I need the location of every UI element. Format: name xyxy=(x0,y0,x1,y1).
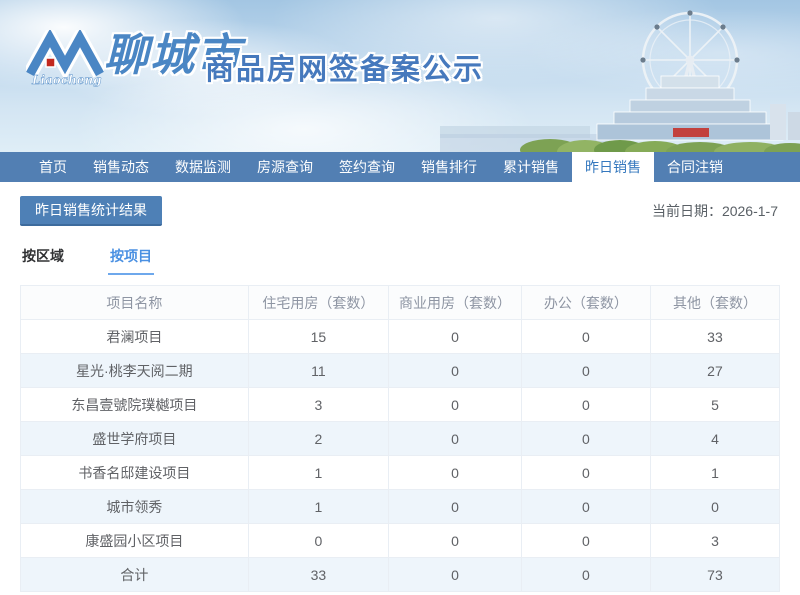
count-cell: 0 xyxy=(521,354,650,388)
nav-item-6[interactable]: 累计销售 xyxy=(490,152,572,182)
count-cell: 3 xyxy=(650,524,779,558)
main-content: 昨日销售统计结果 当前日期：2026-1-7 按区域 按项目 项目名称住宅用房（套… xyxy=(0,182,800,592)
count-cell: 0 xyxy=(650,490,779,524)
project-name-cell: 合计 xyxy=(21,558,249,592)
count-cell: 1 xyxy=(650,456,779,490)
table-row: 合计330073 xyxy=(21,558,780,592)
count-cell: 11 xyxy=(248,354,388,388)
count-cell: 0 xyxy=(389,422,522,456)
count-cell: 0 xyxy=(389,558,522,592)
toolbar: 昨日销售统计结果 当前日期：2026-1-7 xyxy=(20,196,780,226)
sales-table-head: 项目名称住宅用房（套数）商业用房（套数）办公（套数）其他（套数） xyxy=(21,286,780,320)
sales-table-body: 君澜项目150033星光·桃李天阅二期110027东昌壹號院璞樾项目3005盛世… xyxy=(21,320,780,592)
table-row: 盛世学府项目2004 xyxy=(21,422,780,456)
count-cell: 0 xyxy=(389,388,522,422)
count-cell: 15 xyxy=(248,320,388,354)
nav-item-7[interactable]: 昨日销售 xyxy=(572,152,654,182)
project-name-cell: 盛世学府项目 xyxy=(21,422,249,456)
count-cell: 4 xyxy=(650,422,779,456)
count-cell: 0 xyxy=(521,422,650,456)
page-header: Liaocheng 聊城市 商品房网签备案公示 xyxy=(0,0,800,152)
count-cell: 0 xyxy=(521,388,650,422)
nav-item-8[interactable]: 合同注销 xyxy=(654,152,736,182)
count-cell: 0 xyxy=(389,320,522,354)
count-cell: 1 xyxy=(248,456,388,490)
count-cell: 0 xyxy=(389,490,522,524)
view-tabs: 按区域 按项目 xyxy=(20,246,780,275)
current-date-value: 2026-1-7 xyxy=(722,203,778,219)
table-row: 康盛园小区项目0003 xyxy=(21,524,780,558)
count-cell: 0 xyxy=(521,320,650,354)
current-date: 当前日期：2026-1-7 xyxy=(652,201,780,221)
current-date-label: 当前日期： xyxy=(652,203,722,219)
project-name-cell: 东昌壹號院璞樾项目 xyxy=(21,388,249,422)
count-cell: 33 xyxy=(248,558,388,592)
liaocheng-logo-icon: Liaocheng xyxy=(26,30,104,88)
column-header: 住宅用房（套数） xyxy=(248,286,388,320)
nav-item-4[interactable]: 签约查询 xyxy=(326,152,408,182)
table-row: 君澜项目150033 xyxy=(21,320,780,354)
nav-item-3[interactable]: 房源查询 xyxy=(244,152,326,182)
site-title: 商品房网签备案公示 xyxy=(205,46,484,88)
yesterday-sales-result-button[interactable]: 昨日销售统计结果 xyxy=(20,196,162,226)
count-cell: 0 xyxy=(389,524,522,558)
project-name-cell: 康盛园小区项目 xyxy=(21,524,249,558)
count-cell: 2 xyxy=(248,422,388,456)
count-cell: 0 xyxy=(248,524,388,558)
nav-item-2[interactable]: 数据监测 xyxy=(162,152,244,182)
project-name-cell: 城市领秀 xyxy=(21,490,249,524)
ferris-wheel-building-photo xyxy=(440,0,800,152)
count-cell: 5 xyxy=(650,388,779,422)
count-cell: 27 xyxy=(650,354,779,388)
count-cell: 0 xyxy=(389,354,522,388)
view-tab-1[interactable]: 按项目 xyxy=(108,246,154,275)
column-header: 项目名称 xyxy=(21,286,249,320)
count-cell: 1 xyxy=(248,490,388,524)
count-cell: 0 xyxy=(521,558,650,592)
main-nav: 首页销售动态数据监测房源查询签约查询销售排行累计销售昨日销售合同注销 xyxy=(0,152,800,182)
nav-item-5[interactable]: 销售排行 xyxy=(408,152,490,182)
count-cell: 0 xyxy=(521,524,650,558)
count-cell: 33 xyxy=(650,320,779,354)
table-row: 东昌壹號院璞樾项目3005 xyxy=(21,388,780,422)
table-row: 书香名邸建设项目1001 xyxy=(21,456,780,490)
column-header: 其他（套数） xyxy=(650,286,779,320)
project-name-cell: 君澜项目 xyxy=(21,320,249,354)
count-cell: 73 xyxy=(650,558,779,592)
project-name-cell: 星光·桃李天阅二期 xyxy=(21,354,249,388)
sales-table: 项目名称住宅用房（套数）商业用房（套数）办公（套数）其他（套数） 君澜项目150… xyxy=(20,285,780,592)
count-cell: 0 xyxy=(521,456,650,490)
nav-item-1[interactable]: 销售动态 xyxy=(80,152,162,182)
table-row: 星光·桃李天阅二期110027 xyxy=(21,354,780,388)
count-cell: 0 xyxy=(389,456,522,490)
table-header-row: 项目名称住宅用房（套数）商业用房（套数）办公（套数）其他（套数） xyxy=(21,286,780,320)
project-name-cell: 书香名邸建设项目 xyxy=(21,456,249,490)
column-header: 商业用房（套数） xyxy=(389,286,522,320)
column-header: 办公（套数） xyxy=(521,286,650,320)
nav-item-0[interactable]: 首页 xyxy=(26,152,80,182)
count-cell: 3 xyxy=(248,388,388,422)
view-tab-0[interactable]: 按区域 xyxy=(20,246,66,275)
logo-script-text: Liaocheng xyxy=(31,73,102,87)
count-cell: 0 xyxy=(521,490,650,524)
table-row: 城市领秀1000 xyxy=(21,490,780,524)
